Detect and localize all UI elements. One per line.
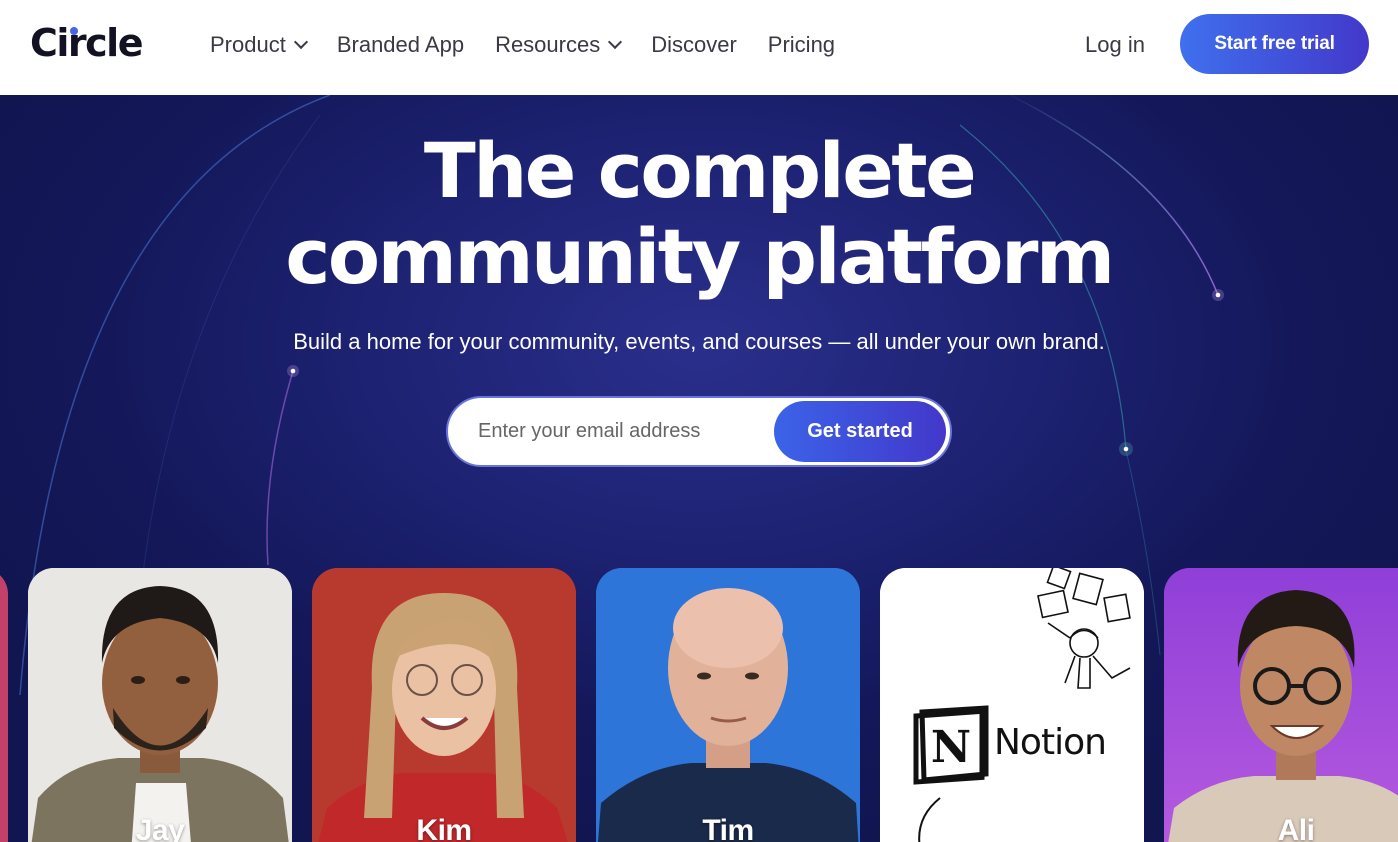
nav-item-discover[interactable]: Discover <box>651 30 737 60</box>
notion-illustration: N <box>880 568 1144 842</box>
logo-text: Circle <box>30 21 143 65</box>
main-nav: Product Branded App Resources Discover P… <box>210 30 866 60</box>
partial-card <box>0 568 8 842</box>
nav-item-label: Product <box>210 32 286 57</box>
email-field[interactable] <box>478 420 758 443</box>
nav-item-label: Branded App <box>336 32 465 57</box>
logo-dot-icon <box>70 27 78 35</box>
signup-form: Get started <box>446 396 952 467</box>
card-name: Jay <box>135 814 185 842</box>
site-header: Circle Product Branded App Resources Dis… <box>0 0 1398 95</box>
hero-title-line1: The complete <box>423 126 977 215</box>
nav-item-branded-app[interactable]: Branded App <box>337 30 464 60</box>
testimonial-card-notion[interactable]: N Notion <box>880 568 1144 842</box>
notion-wordmark: Notion <box>994 722 1107 763</box>
nav-item-label: Pricing <box>767 32 836 57</box>
nav-item-product[interactable]: Product <box>210 30 308 60</box>
nav-item-resources[interactable]: Resources <box>495 30 623 60</box>
get-started-button[interactable]: Get started <box>774 401 946 462</box>
testimonial-card-tim[interactable]: Tim <box>596 568 860 842</box>
hero-title-line2: community platform <box>285 212 1115 301</box>
nav-item-pricing[interactable]: Pricing <box>768 30 835 60</box>
nav-item-label: Resources <box>495 32 601 57</box>
start-free-trial-button[interactable]: Start free trial <box>1180 14 1369 74</box>
testimonial-card-jay[interactable]: Jay <box>28 568 292 842</box>
testimonial-card-kim[interactable]: Kim <box>312 568 576 842</box>
card-name: Tim <box>702 814 754 842</box>
svg-text:N: N <box>931 722 971 773</box>
hero-section: The complete community platform Build a … <box>0 95 1398 842</box>
card-name: Ali <box>1277 814 1315 842</box>
portrait-image <box>312 568 576 842</box>
hero-subtitle: Build a home for your community, events,… <box>293 329 1105 354</box>
portrait-image <box>1164 568 1398 842</box>
portrait-image <box>596 568 860 842</box>
circle-logo[interactable]: Circle <box>30 20 143 66</box>
login-link[interactable]: Log in <box>1085 30 1145 60</box>
chevron-down-icon <box>608 34 623 50</box>
testimonial-card-ali[interactable]: Ali <box>1164 568 1398 842</box>
card-name: Kim <box>416 814 472 842</box>
chevron-down-icon <box>293 34 308 50</box>
nav-item-label: Discover <box>651 32 737 57</box>
portrait-image <box>28 568 292 842</box>
